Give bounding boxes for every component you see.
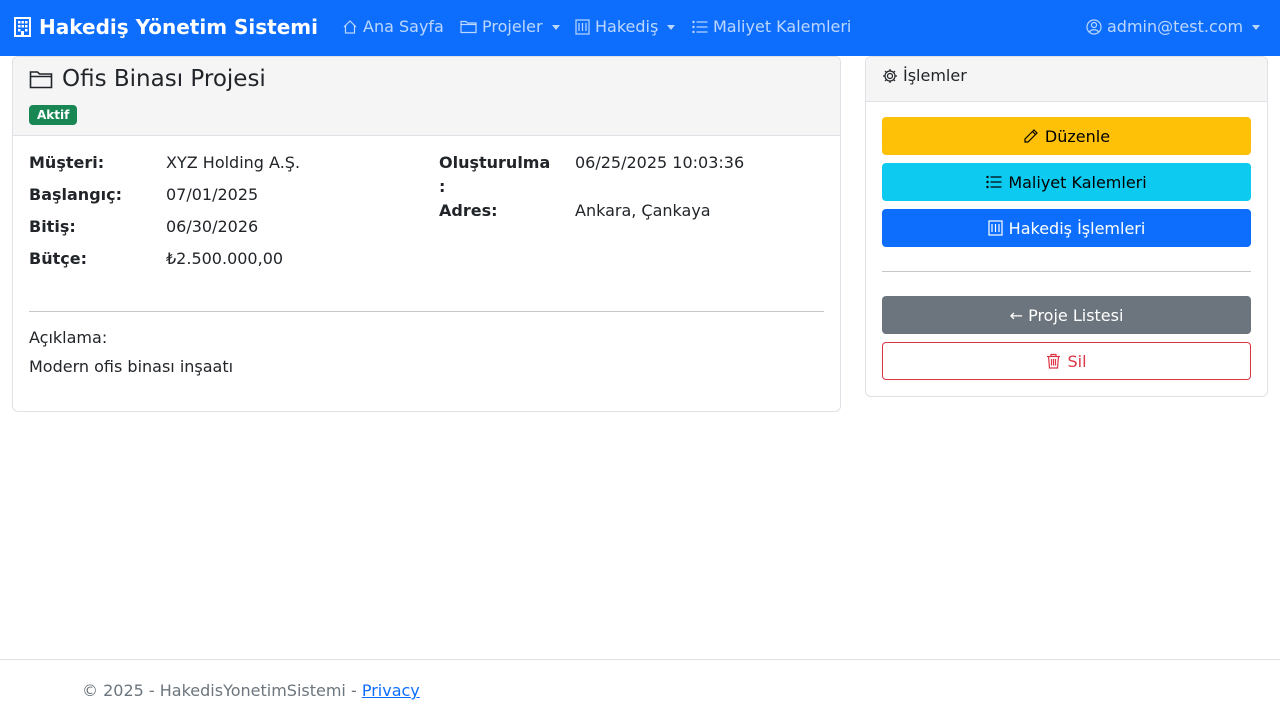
actions-card-header: İşlemler: [866, 57, 1267, 102]
budget-label: Bütçe:: [29, 249, 87, 268]
divider: [882, 271, 1251, 272]
delete-button-label: Sil: [1067, 351, 1087, 371]
brand-link[interactable]: Hakediş Yönetim Sistemi: [14, 15, 318, 39]
list-icon: [692, 20, 708, 33]
folder-icon: [460, 20, 477, 34]
project-title-text: Ofis Binası Projesi: [62, 66, 266, 92]
nav-home-label: Ana Sayfa: [363, 17, 444, 36]
cost-items-button-label: Maliyet Kalemleri: [1008, 172, 1147, 192]
receipt-icon: [988, 220, 1003, 236]
created-label-colon: :: [439, 177, 446, 196]
gear-icon: [883, 68, 897, 83]
address-value: Ankara, Çankaya: [575, 201, 711, 220]
nav-projects-label: Projeler: [482, 17, 543, 36]
customer-value: XYZ Holding A.Ş.: [166, 153, 301, 172]
user-menu-dropdown[interactable]: admin@test.com: [1086, 17, 1261, 36]
copyright-text: © 2025 - HakedisYonetimSistemi -: [82, 681, 362, 700]
end-date-value: 06/30/2026: [166, 217, 259, 236]
nav-home[interactable]: Ana Sayfa: [342, 17, 444, 36]
project-detail-card: Ofis Binası Projesi Aktif Müşteri: XYZ H…: [12, 56, 841, 412]
nav-hakedis-label: Hakediş: [595, 17, 659, 36]
start-date-value: 07/01/2025: [166, 185, 259, 204]
description-value: Modern ofis binası inşaatı: [29, 357, 234, 376]
top-navbar: Hakediş Yönetim Sistemi Ana Sayfa Projel…: [0, 0, 1280, 56]
brand-title: Hakediş Yönetim Sistemi: [39, 15, 318, 39]
progress-payments-button-label: Hakediş İşlemleri: [1008, 218, 1146, 238]
edit-button[interactable]: Düzenle: [882, 117, 1251, 155]
nav-hakedis-dropdown[interactable]: Hakediş: [575, 17, 676, 36]
folder-icon: [29, 71, 53, 89]
trash-icon: [1047, 353, 1061, 369]
nav-cost-items-label: Maliyet Kalemleri: [713, 17, 852, 36]
footer-text: © 2025 - HakedisYonetimSistemi - Privacy: [82, 681, 420, 700]
person-circle-icon: [1086, 18, 1102, 35]
project-title: Ofis Binası Projesi: [29, 66, 266, 92]
cost-items-button[interactable]: Maliyet Kalemleri: [882, 163, 1251, 201]
description-label: Açıklama:: [29, 328, 108, 347]
chevron-down-icon: [551, 24, 560, 30]
privacy-link[interactable]: Privacy: [362, 681, 420, 700]
user-email: admin@test.com: [1107, 17, 1244, 36]
building-icon: [14, 17, 31, 37]
actions-title-text: İşlemler: [903, 66, 967, 85]
actions-card: İşlemler Düzenle Maliyet Kalemleri Haked…: [865, 56, 1268, 397]
progress-payments-button[interactable]: Hakediş İşlemleri: [882, 209, 1251, 247]
budget-value: ₺2.500.000,00: [166, 249, 284, 268]
divider: [29, 311, 824, 312]
project-list-button-label: ← Proje Listesi: [1009, 305, 1124, 325]
house-icon: [343, 19, 357, 34]
receipt-icon: [575, 18, 590, 35]
edit-button-label: Düzenle: [1044, 126, 1111, 146]
delete-button[interactable]: Sil: [882, 342, 1251, 380]
project-card-header: Ofis Binası Projesi Aktif: [13, 57, 840, 136]
address-label: Adres:: [439, 201, 498, 220]
end-date-label: Bitiş:: [29, 217, 76, 236]
nav-projects-dropdown[interactable]: Projeler: [460, 17, 560, 36]
created-value: 06/25/2025 10:03:36: [575, 153, 745, 172]
chevron-down-icon: [1252, 24, 1261, 30]
start-date-label: Başlangıç:: [29, 185, 123, 204]
created-label: Oluşturulma: [439, 153, 551, 172]
status-badge: Aktif: [29, 105, 78, 125]
pencil-icon: [1024, 129, 1038, 143]
actions-title: İşlemler: [882, 66, 967, 85]
project-list-button[interactable]: ← Proje Listesi: [882, 296, 1251, 334]
list-icon: [986, 175, 1002, 189]
chevron-down-icon: [667, 24, 676, 30]
footer: © 2025 - HakedisYonetimSistemi - Privacy: [0, 659, 1280, 720]
nav-cost-items[interactable]: Maliyet Kalemleri: [692, 17, 851, 36]
customer-label: Müşteri:: [29, 153, 105, 172]
